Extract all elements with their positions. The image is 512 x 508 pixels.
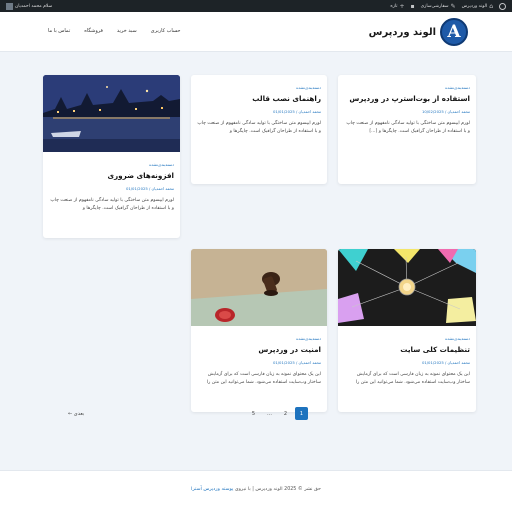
admin-bar: ⌂ الوند وردپرس ✎ سفارشی‌سازی ▪ + تازه سل… (0, 0, 512, 12)
post-category[interactable]: دسته‌بندی‌نشده (197, 336, 321, 341)
nav-item-contact[interactable]: تماس با ما (48, 28, 70, 34)
admin-bar-new[interactable]: + تازه (390, 3, 404, 10)
lightbulb-notes-image (338, 249, 476, 326)
nav-item-cart[interactable]: سبد خرید (117, 28, 137, 34)
admin-bar-account[interactable]: سلام محمد احمدیان (6, 2, 52, 10)
post-title[interactable]: استفاده از بوت‌استرپ در وردپرس (344, 94, 470, 104)
post-thumbnail-lightbulb[interactable] (338, 249, 476, 326)
page-number[interactable]: 2 (279, 407, 292, 420)
brush-icon: ✎ (450, 2, 456, 10)
wax-seal-image (191, 249, 327, 326)
post-excerpt: لورم ایپسوم متن ساختگی با تولید سادگی نا… (346, 120, 470, 134)
post-thumbnail-city[interactable] (43, 75, 180, 152)
nav-item-account[interactable]: حساب کاربری (151, 28, 181, 34)
post-excerpt: لورم ایپسوم متن ساختگی با تولید سادگی نا… (197, 120, 321, 134)
page-ellipsis: … (267, 410, 272, 417)
admin-bar-site-name[interactable]: ⌂ الوند وردپرس (462, 3, 493, 10)
post-category[interactable]: دسته‌بندی‌نشده (49, 162, 174, 167)
post-meta[interactable]: محمد احمدیان / 01/01/2025 (49, 186, 174, 191)
post-thumbnail-wax-seal[interactable] (191, 249, 327, 326)
post-card: دسته‌بندی‌نشده افزونه‌های ضروری محمد احم… (43, 75, 180, 238)
city-night-image (43, 75, 180, 152)
site-footer: حق نشر © 2025 الوند وردپرس | با نیروی پو… (0, 470, 512, 508)
wordpress-logo-icon[interactable] (499, 2, 506, 10)
footer-theme-link[interactable]: پوسته وردپرس آسترا (191, 487, 233, 492)
post-card: دسته‌بندی‌نشده راهنمای نصب قالب محمد احم… (191, 75, 327, 184)
post-meta[interactable]: محمد احمدیان / 10/02/2025 (344, 109, 470, 114)
post-title[interactable]: راهنمای نصب قالب (197, 94, 321, 104)
admin-bar-customize[interactable]: ✎ سفارشی‌سازی (421, 3, 456, 10)
post-card: دسته‌بندی‌نشده استفاده از بوت‌استرپ در و… (338, 75, 476, 184)
admin-bar-left: سلام محمد احمدیان (6, 2, 52, 10)
footer-text: حق نشر © 2025 الوند وردپرس | با نیروی پو… (191, 487, 321, 492)
site-header: A الوند وردپرس حساب کاربری سبد خرید فروش… (0, 12, 512, 52)
main-nav: حساب کاربری سبد خرید فروشگاه تماس با ما (48, 28, 180, 34)
post-title[interactable]: تنظیمات کلی سایت (344, 345, 470, 355)
post-excerpt: لورم ایپسوم متن ساختگی با تولید سادگی نا… (50, 197, 174, 211)
post-excerpt: این یک محتوای نمونه به زبان فارسی است که… (206, 371, 321, 385)
nav-item-shop[interactable]: فروشگاه (84, 28, 103, 34)
post-meta[interactable]: محمد احمدیان / 01/01/2025 (197, 109, 321, 114)
post-meta[interactable]: محمد احمدیان / 01/01/2025 (197, 360, 321, 365)
pagination: 1 2 … 5 بعدی ← (0, 407, 512, 421)
post-title[interactable]: امنیت در وردپرس (197, 345, 321, 355)
post-card: دسته‌بندی‌نشده تنظیمات کلی سایت محمد احم… (338, 249, 476, 412)
post-card: دسته‌بندی‌نشده امنیت در وردپرس محمد احمد… (191, 249, 327, 412)
avatar (6, 2, 13, 10)
post-meta[interactable]: محمد احمدیان / 01/01/2025 (344, 360, 470, 365)
post-title[interactable]: افزونه‌های ضروری (49, 171, 174, 181)
admin-bar-comments[interactable]: ▪ (411, 3, 415, 10)
post-category[interactable]: دسته‌بندی‌نشده (344, 85, 470, 90)
post-category[interactable]: دسته‌بندی‌نشده (344, 336, 470, 341)
admin-bar-right: ⌂ الوند وردپرس ✎ سفارشی‌سازی ▪ + تازه (390, 2, 506, 10)
logo-mark-icon: A (440, 18, 468, 46)
post-category[interactable]: دسته‌بندی‌نشده (197, 85, 321, 90)
page-number-current[interactable]: 1 (295, 407, 308, 420)
page-number[interactable]: 5 (247, 407, 260, 420)
site-title[interactable]: الوند وردپرس (369, 27, 436, 38)
comment-icon: ▪ (410, 2, 415, 10)
site-logo[interactable]: A الوند وردپرس (369, 18, 468, 46)
next-page-link[interactable]: بعدی ← (68, 407, 84, 420)
plus-icon: + (399, 2, 405, 10)
post-excerpt: این یک محتوای نمونه به زبان فارسی است که… (355, 371, 470, 385)
home-icon: ⌂ (489, 2, 493, 10)
